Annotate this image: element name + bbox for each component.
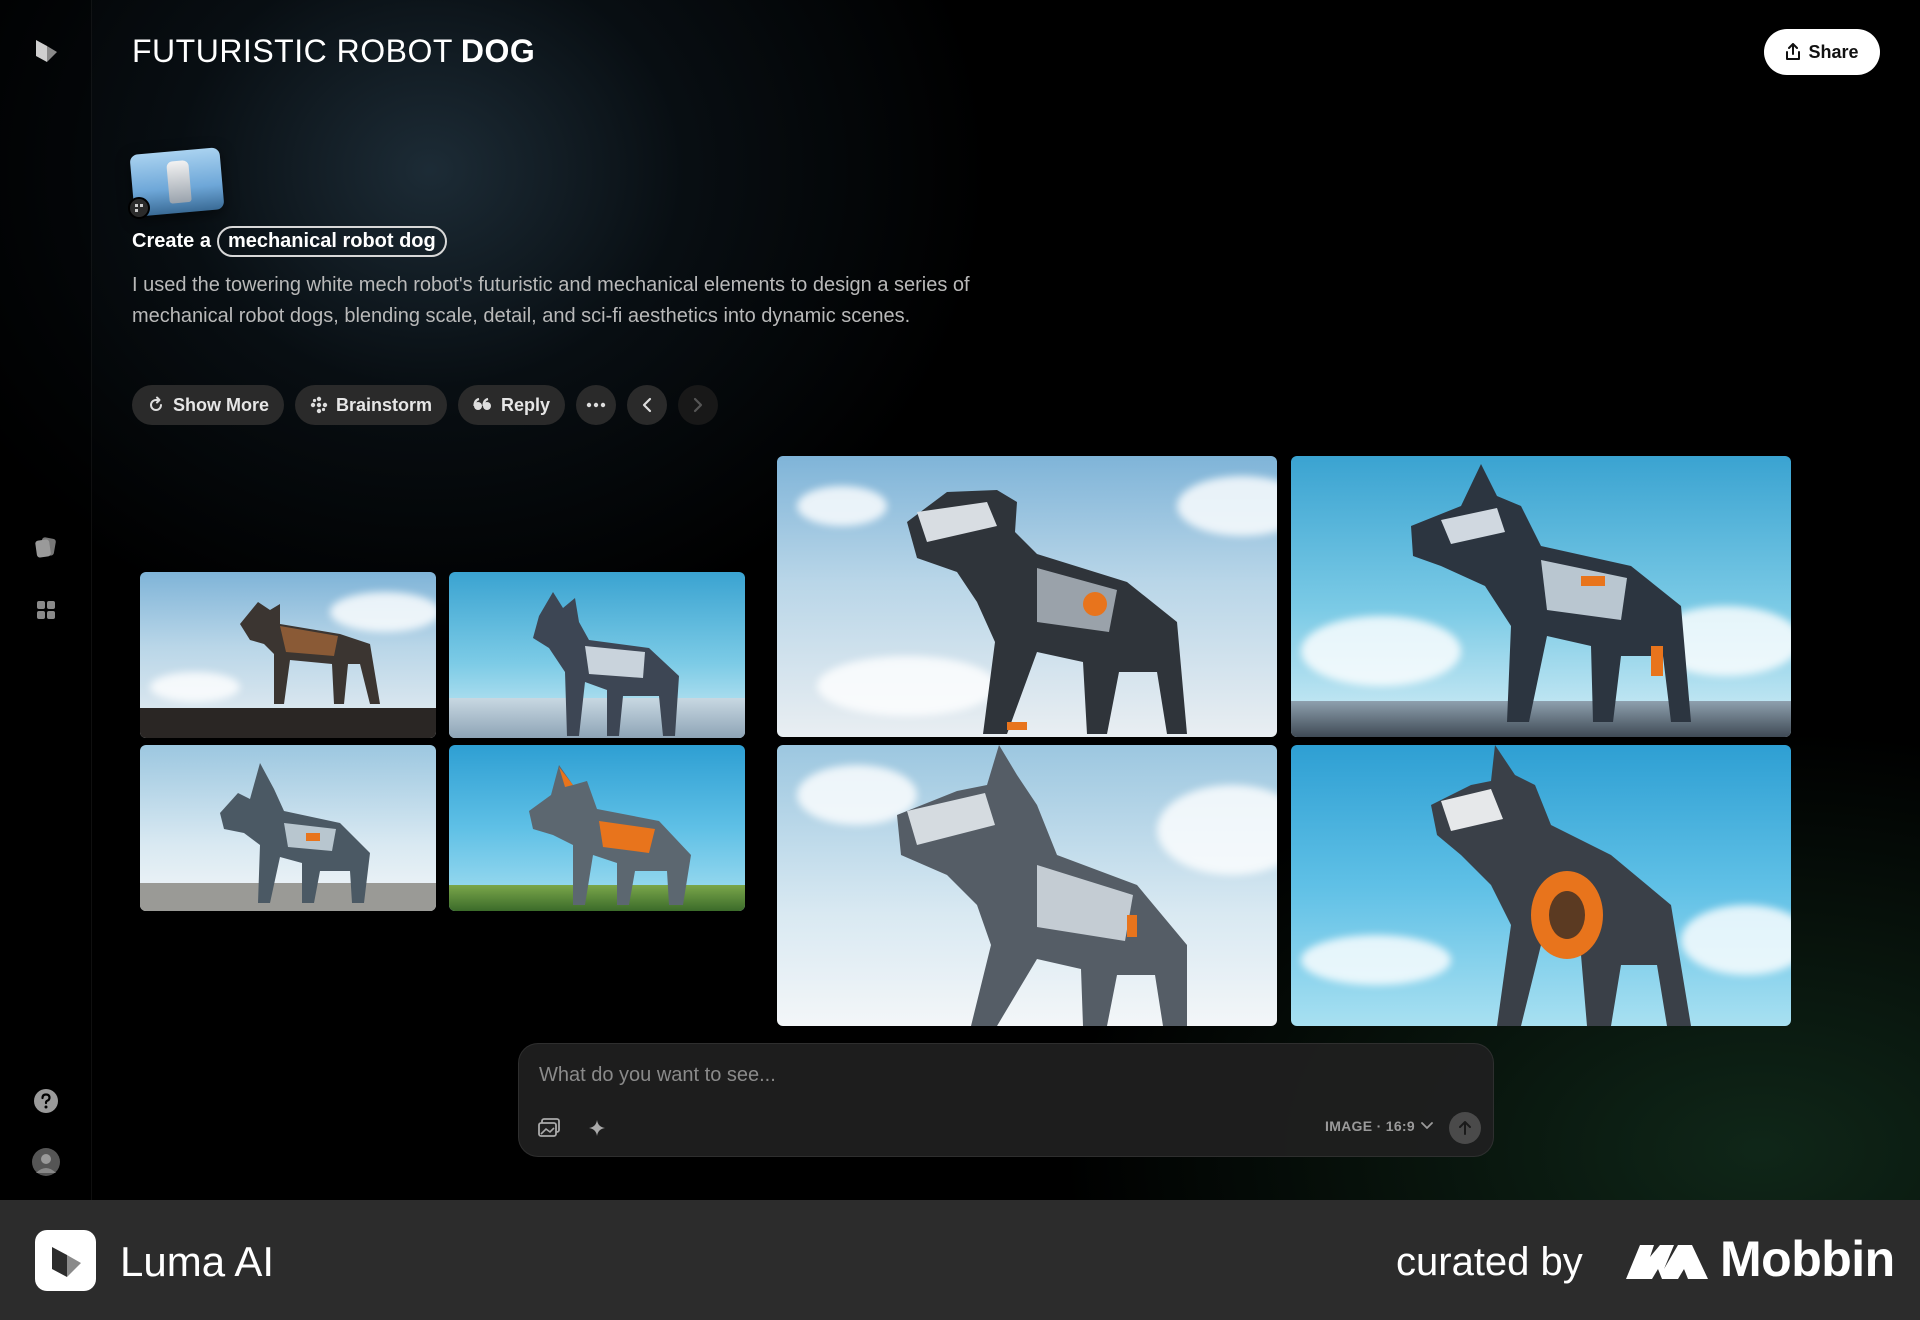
prompt-description: I used the towering white mech robot's f… — [132, 274, 970, 327]
generated-image-small-3[interactable] — [140, 745, 436, 911]
mode-label: IMAGE · 16:9 — [1325, 1118, 1415, 1134]
share-icon — [1786, 43, 1801, 60]
chevron-down-icon — [1421, 1122, 1433, 1129]
chevron-left-icon — [642, 397, 652, 413]
reply-button[interactable]: Reply — [458, 385, 566, 425]
prompt-highlight-pill[interactable]: mechanical robot dog — [216, 226, 447, 257]
share-label: Share — [1808, 41, 1859, 62]
generated-image-large-2[interactable] — [1291, 456, 1791, 737]
boards-icon[interactable] — [28, 529, 64, 565]
footer-brand-name: Mobbin — [1720, 1231, 1895, 1287]
generated-image-small-2[interactable] — [449, 572, 745, 738]
mobbin-logo-icon — [1626, 1245, 1708, 1279]
help-icon[interactable] — [28, 1083, 64, 1119]
brainstorm-label: Brainstorm — [336, 394, 433, 415]
show-more-button[interactable]: Show More — [132, 385, 285, 425]
show-more-label: Show More — [173, 394, 270, 415]
brainstorm-button[interactable]: Brainstorm — [295, 385, 448, 425]
generated-image-large-4[interactable] — [1291, 745, 1791, 1026]
footer-app-name: Luma AI — [120, 1238, 275, 1285]
title-light: FUTURISTIC ROBOT — [132, 33, 453, 69]
send-button[interactable] — [1449, 1112, 1481, 1144]
previous-button[interactable] — [627, 385, 668, 425]
generated-image-small-1[interactable] — [140, 572, 436, 738]
sparkle-icon — [589, 1120, 605, 1136]
luma-logo-icon[interactable] — [28, 32, 64, 68]
mode-selector[interactable]: IMAGE · 16:9 — [1325, 1118, 1433, 1134]
generated-image-large-1[interactable] — [777, 456, 1277, 737]
footer-curated-label: curated by — [1396, 1240, 1583, 1284]
more-options-button[interactable] — [576, 385, 617, 425]
luma-app-logo-icon — [35, 1230, 96, 1291]
footer-band: Luma AI curated by Mobbin — [0, 1200, 1920, 1320]
image-stack-icon — [538, 1118, 560, 1137]
chevron-right-icon — [693, 397, 703, 413]
mech-robot-figure — [166, 159, 192, 204]
brainstorm-icon — [310, 396, 328, 414]
image-reference-button[interactable] — [535, 1114, 563, 1142]
refresh-icon — [150, 396, 162, 411]
grid-icon[interactable] — [28, 592, 64, 628]
prompt-composer: IMAGE · 16:9 — [518, 1043, 1494, 1157]
sidebar — [0, 0, 92, 1200]
quote-icon — [473, 397, 492, 410]
title-bold: DOG — [460, 33, 536, 69]
prompt-line: Create a mechanical robot dog — [132, 226, 447, 257]
prompt-input[interactable] — [539, 1064, 1439, 1087]
reply-label: Reply — [501, 394, 551, 415]
generated-image-small-4[interactable] — [449, 745, 745, 911]
enhance-button[interactable] — [583, 1114, 611, 1142]
reference-badge-icon — [128, 197, 150, 219]
ellipsis-icon — [586, 402, 606, 408]
share-button[interactable]: Share — [1764, 29, 1880, 75]
footer-brand: Mobbin — [1626, 1230, 1895, 1288]
generated-image-large-3[interactable] — [777, 745, 1277, 1026]
arrow-up-icon — [1459, 1121, 1471, 1135]
action-bar: Show More Brainstorm Reply — [132, 385, 719, 425]
page-title: FUTURISTIC ROBOT DOG — [132, 33, 535, 70]
app-window: FUTURISTIC ROBOT DOG Share Create a mecha… — [0, 0, 1920, 1200]
user-avatar[interactable] — [28, 1144, 64, 1180]
prompt-prefix: Create a — [132, 230, 211, 252]
next-button[interactable] — [678, 385, 719, 425]
